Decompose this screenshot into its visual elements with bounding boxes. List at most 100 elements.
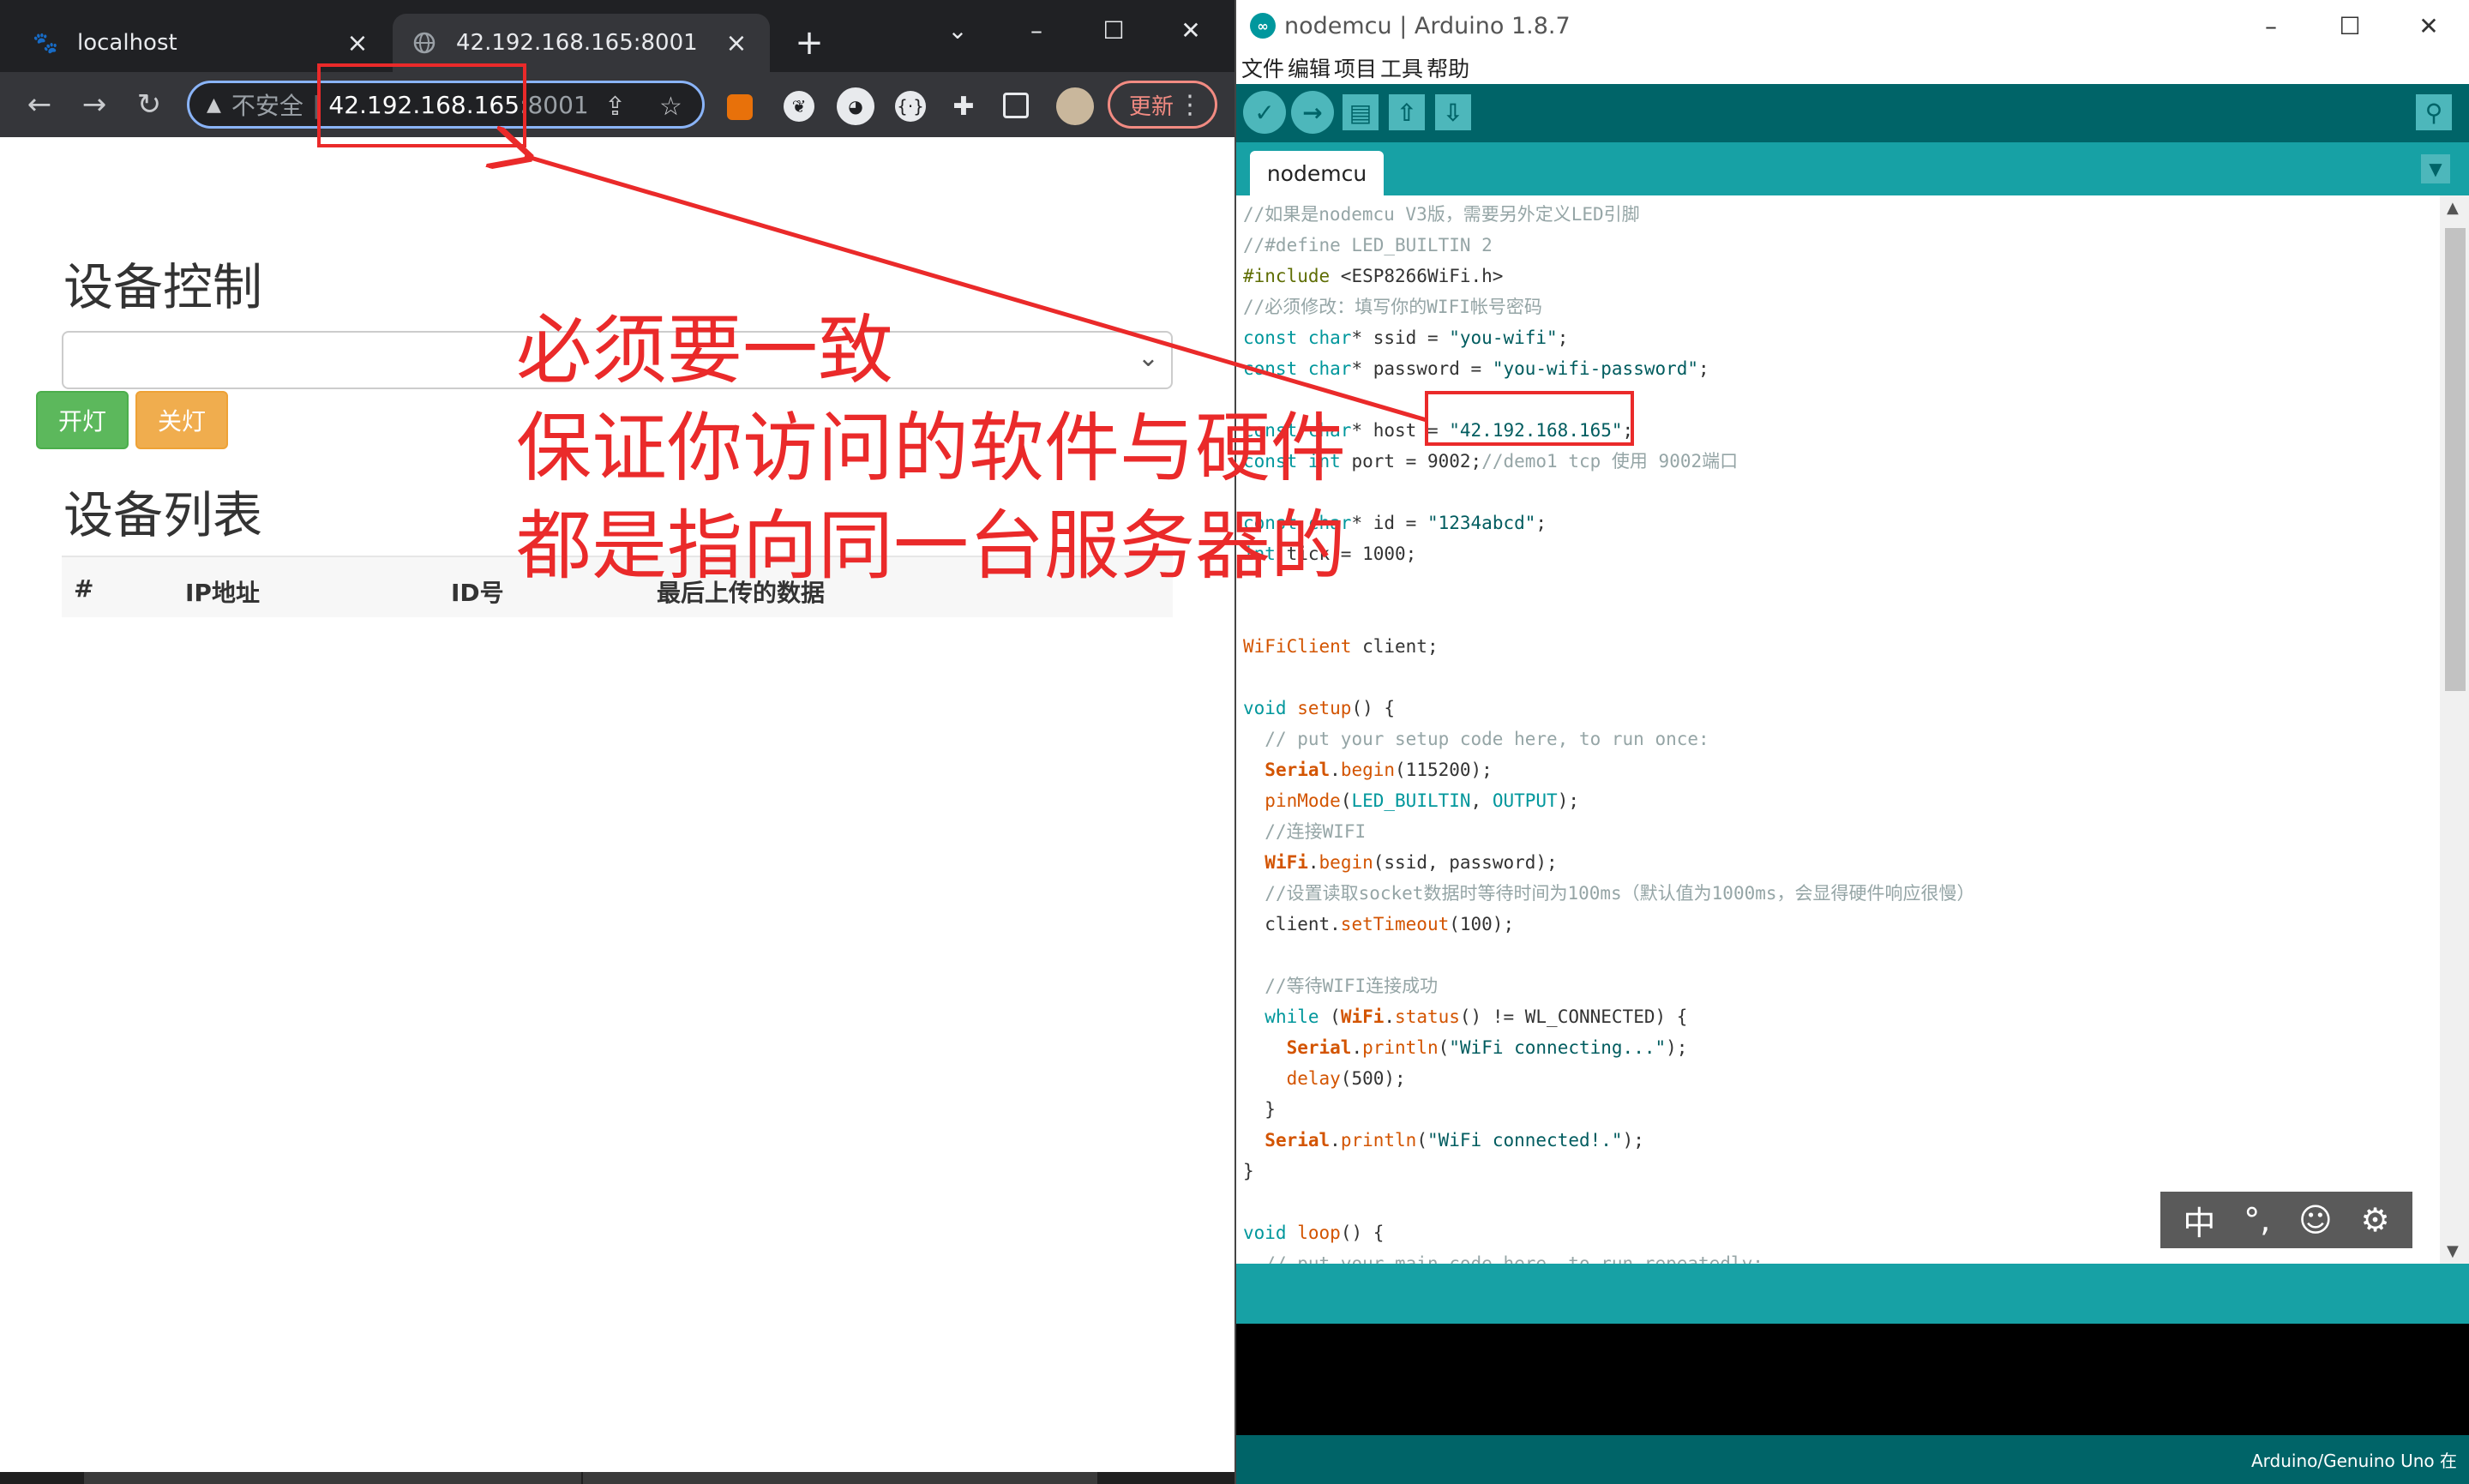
tab-active-page[interactable]: 42.192.168.165:8001 × [393,14,770,72]
console-output [1236,1324,2469,1435]
extension-avatar-icon[interactable]: ◕ [837,87,874,125]
address-bar[interactable]: ▲ 不安全 | 42.192.168.165:8001 ⇪ ☆ [187,81,705,129]
security-label: 不安全 [231,92,303,120]
code-line: //#define LED_BUILTIN 2 [1243,235,1493,255]
code-line: Serial.println("WiFi connecting..."); [1286,1037,1688,1058]
maximize-icon[interactable]: ☐ [1092,9,1135,51]
close-icon[interactable]: × [722,28,751,58]
serial-monitor-icon[interactable]: ⚲ [2416,94,2452,130]
control-heading: 设备控制 [63,258,263,316]
light-on-button[interactable]: 开灯 [36,391,129,449]
menu-help[interactable]: 帮助 [1427,52,1469,83]
tab-search-icon[interactable]: ⌄ [936,9,979,51]
scroll-down-icon[interactable]: ▼ [2447,1242,2459,1260]
settings-icon[interactable]: ⚙ [2361,1201,2390,1239]
col-index: # [74,574,94,603]
new-sketch-icon[interactable]: ▤ [1343,94,1379,130]
code-content: //如果是nodemcu V3版，需要另外定义LED引脚 //#define LE… [1243,199,2426,1264]
arduino-toolbar: ✓ → ▤ ⇧ ⇩ ⚲ [1236,84,2469,142]
reload-icon[interactable]: ↻ [129,84,170,125]
code-line: const char* host = "42.192.168.165"; [1243,420,1634,441]
verify-icon[interactable]: ✓ [1243,91,1286,134]
code-line: void setup() { [1243,698,1396,718]
close-icon[interactable]: × [343,28,372,58]
arduino-window: ∞ nodemcu | Arduino 1.8.7 – ☐ ✕ 文件 编辑 项目… [1234,0,2469,1484]
tab-localhost[interactable]: 🐾 localhost × [14,14,391,72]
tab-nodemcu[interactable]: nodemcu [1250,151,1384,195]
close-window-icon[interactable]: ✕ [1169,9,1212,51]
tab-title: localhost [77,30,177,56]
ime-toolbar: 中 °, ☺ ⚙ [2160,1192,2412,1248]
new-tab-button[interactable]: + [789,22,830,63]
code-line: const char* password = "you-wifi-passwor… [1243,358,1709,379]
code-line: } [1243,1161,1254,1181]
tab-strip: 🐾 localhost × 42.192.168.165:8001 × + ⌄ … [0,0,1234,72]
status-bar: Arduino/Genuino Uno 在 [1236,1435,2469,1484]
menu-file[interactable]: 文件 [1241,52,1284,83]
scroll-up-icon[interactable]: ▲ [2447,199,2459,217]
code-line: WiFi.begin(ssid, password); [1265,852,1558,873]
col-ip: IP地址 [185,579,260,607]
code-line: WiFiClient client; [1243,636,1439,657]
save-sketch-icon[interactable]: ⇩ [1435,94,1471,130]
extension-braces-icon[interactable]: {·} [895,91,926,122]
back-icon[interactable]: ← [19,84,60,125]
console-header [1236,1264,2469,1324]
code-editor[interactable]: //如果是nodemcu V3版，需要另外定义LED引脚 //#define LE… [1236,195,2469,1264]
code-line: //必须修改：填写你的WIFI帐号密码 [1243,297,1542,317]
code-line: // put your setup code here, to run once… [1265,729,1709,749]
annotation-text: 必须要一致 保证你访问的软件与硬件 都是指向同一台服务器的 [516,306,1347,590]
emoji-icon[interactable]: ☺ [2298,1201,2333,1239]
light-off-button[interactable]: 关灯 [135,391,228,449]
code-line: int tick = 1000; [1243,544,1417,564]
code-line: Serial.println("WiFi connected!."); [1265,1130,1644,1151]
menu-tools[interactable]: 工具 [1380,52,1423,83]
minimize-icon[interactable]: – [1015,9,1058,51]
ime-punctuation-mode[interactable]: °, [2244,1201,2270,1239]
code-line: } [1243,1099,1276,1120]
upload-icon[interactable]: → [1291,91,1334,134]
puzzle-icon[interactable]: ✚ [948,91,979,122]
forward-icon[interactable]: → [74,84,115,125]
extension-red-icon[interactable] [727,94,753,120]
close-window-icon[interactable]: ✕ [2407,7,2450,45]
profile-avatar[interactable] [1056,87,1094,125]
arduino-logo-icon: ∞ [1250,13,1276,39]
sidepanel-icon[interactable] [1003,93,1029,118]
minimize-icon[interactable]: – [2250,7,2292,45]
menu-icon[interactable]: ⋮ [1177,90,1203,120]
ime-chinese-mode[interactable]: 中 [2183,1197,2215,1244]
maximize-icon[interactable]: ☐ [2328,7,2371,45]
code-line: //连接WIFI [1265,821,1367,842]
menu-sketch[interactable]: 项目 [1334,52,1377,83]
code-line: pinMode(LED_BUILTIN, OUTPUT); [1265,790,1579,811]
browser-toolbar: ← → ↻ ▲ 不安全 | 42.192.168.165:8001 ⇪ ☆ ❦ … [0,72,1234,137]
share-icon[interactable]: ⇪ [604,92,626,122]
menu-edit[interactable]: 编辑 [1288,52,1331,83]
update-button[interactable]: 更新 ⋮ [1108,81,1217,129]
col-id: ID号 [451,579,504,607]
tab-title: 42.192.168.165:8001 [456,30,698,56]
url-host: 42.192.168.165 [328,90,520,119]
code-line: const char* ssid = "you-wifi"; [1243,327,1569,348]
scrollbar-thumb[interactable] [2445,228,2466,691]
star-icon[interactable]: ☆ [659,92,682,122]
taskbar [0,1472,1234,1484]
warning-icon: ▲ [207,93,221,116]
open-sketch-icon[interactable]: ⇧ [1389,94,1425,130]
code-line: delay(500); [1286,1068,1406,1089]
code-line: //设置读取socket数据时等待时间为100ms（默认值为1000ms，会显得… [1265,883,1975,904]
tab-menu-icon[interactable]: ▼ [2421,154,2450,183]
code-line: while (WiFi.status() != WL_CONNECTED) { [1265,1006,1688,1027]
code-line: const char* id = "1234abcd"; [1243,513,1547,533]
window-title: nodemcu | Arduino 1.8.7 [1284,12,1571,39]
extension-leaf-icon[interactable]: ❦ [784,91,814,122]
code-line: //等待WIFI连接成功 [1265,976,1439,996]
sketch-tabs: nodemcu ▼ [1236,142,2469,195]
code-line: Serial.begin(115200); [1265,760,1493,780]
editor-scrollbar[interactable]: ▲ ▼ [2440,195,2469,1264]
